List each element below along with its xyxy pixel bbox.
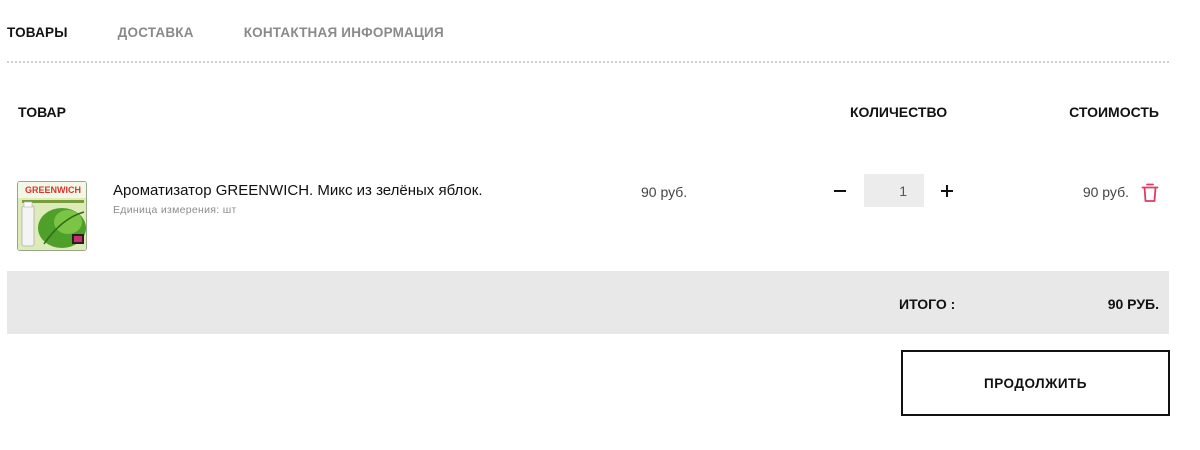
order-total-bar [7, 271, 1169, 334]
thumbnail-brand-text: GREENWICH [25, 185, 81, 195]
remove-item-button[interactable] [1141, 182, 1159, 203]
minus-icon [834, 190, 846, 192]
checkout-tabs: ТОВАРЫ ДОСТАВКА КОНТАКТНАЯ ИНФОРМАЦИЯ [7, 22, 494, 42]
plus-icon [941, 185, 953, 197]
column-header-quantity: КОЛИЧЕСТВО [850, 104, 948, 120]
column-header-product: ТОВАР [18, 104, 66, 120]
column-header-cost: СТОИМОСТЬ [1069, 104, 1159, 120]
tab-delivery[interactable]: ДОСТАВКА [118, 25, 194, 40]
product-unit: Единица измерения: шт [113, 204, 237, 216]
quantity-decrease-button[interactable] [829, 178, 851, 204]
tabs-divider [7, 61, 1169, 63]
product-image: GREENWICH [18, 182, 86, 250]
order-total-value: 90 РУБ. [1107, 296, 1159, 312]
product-name[interactable]: Ароматизатор GREENWICH. Микс из зелёных … [113, 182, 483, 199]
quantity-input[interactable] [864, 174, 924, 207]
continue-button[interactable]: ПРОДОЛЖИТЬ [901, 350, 1170, 416]
product-thumbnail[interactable]: GREENWICH [17, 181, 87, 251]
product-line-total: 90 руб. [1082, 184, 1129, 200]
tab-contact-info[interactable]: КОНТАКТНАЯ ИНФОРМАЦИЯ [244, 25, 444, 40]
tab-products[interactable]: ТОВАРЫ [7, 25, 68, 40]
trash-icon [1141, 183, 1159, 202]
quantity-increase-button[interactable] [936, 178, 958, 204]
product-unit-price: 90 руб. [641, 184, 688, 200]
order-total-label: ИТОГО : [899, 296, 956, 312]
